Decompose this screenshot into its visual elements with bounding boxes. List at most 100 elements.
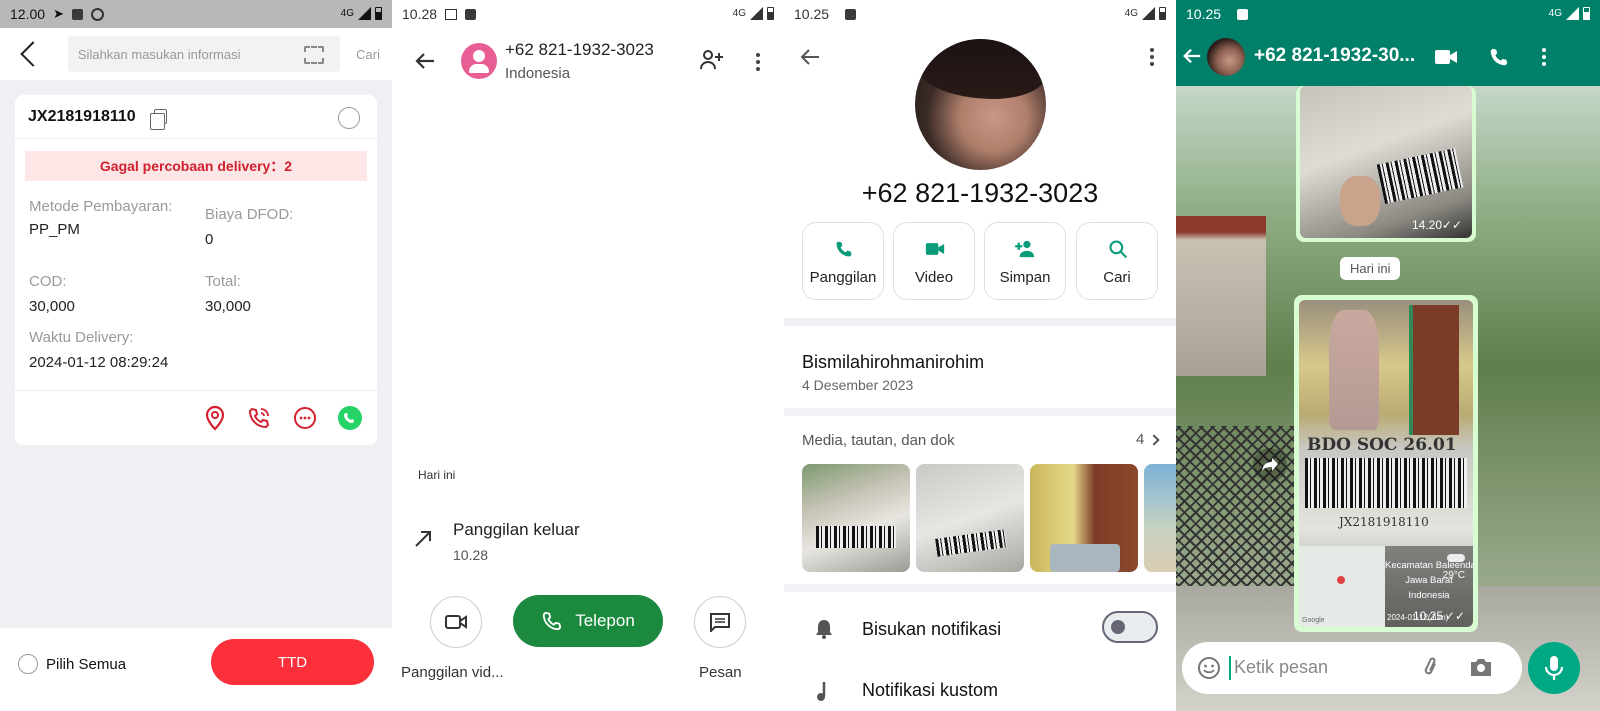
media-thumb[interactable] [1144, 464, 1176, 572]
phone-icon [836, 241, 852, 257]
chevron-right-icon [1148, 433, 1161, 446]
chat-photo[interactable]: BDO SOC 26.01 JX2181918110 Google Kecama… [1299, 300, 1473, 627]
status-bar: 10.25 4G [784, 0, 1176, 28]
message-label: Pesan [699, 664, 742, 681]
outgoing-call-icon [414, 530, 432, 553]
forward-icon[interactable] [1253, 448, 1287, 482]
notification-icon [845, 8, 857, 20]
status-time: 10.25 [794, 6, 830, 22]
video-call-icon[interactable] [1434, 48, 1458, 71]
day-chip: Hari ini [1340, 257, 1401, 280]
media-count[interactable]: 4 [1136, 431, 1161, 448]
call-button[interactable]: Telepon [513, 595, 663, 647]
select-all-label: Pilih Semua [46, 655, 127, 673]
action-video-label: Video [914, 269, 954, 286]
chat-title[interactable]: +62 821-1932-30... [1254, 45, 1415, 67]
map-thumb: Google [1299, 546, 1385, 627]
media-thumb[interactable] [802, 464, 910, 572]
video-call-button[interactable] [430, 596, 482, 648]
action-call[interactable]: Panggilan [802, 222, 884, 300]
chat-icon[interactable] [292, 405, 318, 431]
message-input[interactable]: Ketik pesan [1182, 642, 1522, 694]
section-divider [784, 584, 1176, 592]
action-save[interactable]: Simpan [984, 222, 1066, 300]
chat-bubble-image[interactable]: BDO SOC 26.01 JX2181918110 Google Kecama… [1294, 295, 1478, 632]
whatsapp-status-icon [90, 7, 104, 21]
field-value: 2024-01-12 08:29:24 [29, 354, 169, 371]
more-options-icon[interactable] [1542, 48, 1546, 52]
chat-bubble-image[interactable]: 14.20 ✓✓ [1296, 86, 1476, 242]
whatsapp-chat-panel: 10.25 4G +62 821-1932-30... 14.20 ✓✓ Har… [1176, 0, 1600, 711]
status-bar: 12.00 ➤ 4G [0, 0, 392, 28]
whatsapp-icon[interactable] [337, 405, 363, 431]
profile-photo[interactable] [915, 39, 1046, 170]
signal-icon [1566, 7, 1579, 20]
barcode-image [1376, 148, 1464, 204]
network-label: 4G [1548, 8, 1562, 19]
phone-call-icon[interactable] [246, 405, 272, 431]
chat-photo[interactable]: 14.20 ✓✓ [1300, 86, 1472, 238]
media-thumb[interactable] [1030, 464, 1138, 572]
section-divider [784, 408, 1176, 416]
call-button-label: Telepon [575, 611, 635, 630]
telegram-icon: ➤ [53, 6, 64, 21]
package-image [1050, 544, 1120, 572]
select-all-toggle[interactable]: Pilih Semua [18, 654, 126, 674]
add-contact-icon[interactable] [699, 49, 725, 76]
action-call-label: Panggilan [809, 269, 877, 286]
select-all-radio[interactable] [18, 654, 38, 674]
avatar[interactable] [1207, 38, 1245, 76]
select-radio[interactable] [338, 107, 360, 129]
field-metode: Metode Pembayaran: PP_PM [29, 197, 179, 238]
more-options-icon[interactable] [1150, 48, 1154, 52]
message-button[interactable] [694, 596, 746, 648]
camera-icon[interactable] [1469, 656, 1493, 683]
back-icon[interactable] [799, 46, 821, 73]
fail-banner: Gagal percobaan delivery：2 [25, 151, 367, 181]
call-type: Panggilan keluar [453, 520, 580, 539]
waybill-number: JX2181918110 [28, 107, 136, 125]
emoji-icon[interactable] [1197, 656, 1221, 685]
notification-icon [465, 8, 477, 20]
media-thumb[interactable] [916, 464, 1024, 572]
location-icon[interactable] [202, 405, 228, 431]
mute-toggle[interactable] [1102, 611, 1158, 643]
music-note-icon [816, 680, 832, 707]
mic-button[interactable] [1528, 642, 1580, 694]
add-contact-icon [1015, 240, 1035, 258]
contact-number: +62 821-1932-3023 [505, 40, 654, 59]
media-count-value: 4 [1136, 431, 1145, 448]
notification-icon [71, 8, 83, 20]
text-cursor [1229, 656, 1231, 680]
map-pin-icon [1337, 576, 1345, 584]
voice-call-icon[interactable] [1488, 46, 1510, 73]
ttd-button[interactable]: TTD [211, 639, 374, 685]
action-video[interactable]: Video [893, 222, 975, 300]
back-icon[interactable] [1182, 46, 1202, 71]
search-icon [1109, 240, 1128, 259]
copy-icon[interactable] [149, 109, 167, 130]
status-bar: 10.25 4G [1176, 0, 1600, 28]
phone-icon [543, 611, 562, 631]
search-button[interactable]: Cari [356, 47, 380, 62]
field-value: 30,000 [205, 298, 251, 315]
signal-icon [750, 7, 763, 20]
scan-icon[interactable] [304, 46, 325, 64]
action-search-label: Cari [1103, 269, 1131, 286]
status-time: 12.00 [10, 6, 46, 22]
barcode-image [1305, 458, 1467, 508]
stamp-temp: 29°C [1442, 570, 1465, 581]
network-label: 4G [1124, 8, 1138, 19]
back-icon[interactable] [20, 41, 46, 67]
back-icon[interactable] [414, 50, 436, 72]
attach-icon[interactable] [1420, 655, 1442, 684]
section-divider [784, 318, 1176, 326]
search-input[interactable]: Silahkan masukan informasi [67, 36, 341, 72]
stamp-line-3: Indonesia [1408, 590, 1450, 601]
field-label: Metode Pembayaran: [29, 198, 173, 215]
action-search[interactable]: Cari [1076, 222, 1158, 300]
message-time: 10.25 [1412, 609, 1443, 623]
custom-notif-label[interactable]: Notifikasi kustom [862, 680, 998, 701]
video-icon [445, 615, 467, 629]
more-options-icon[interactable] [756, 53, 760, 57]
